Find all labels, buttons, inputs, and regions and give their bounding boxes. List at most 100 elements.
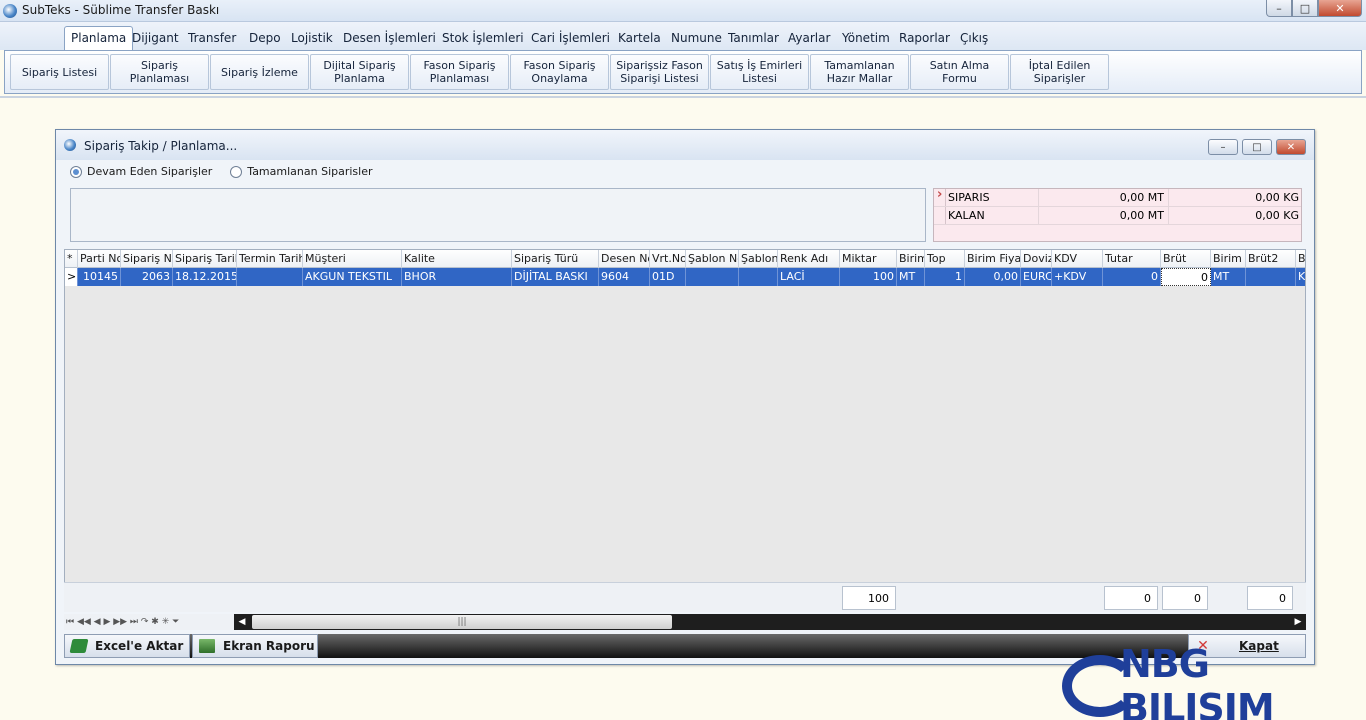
menu-depo[interactable]: Depo [243,27,287,50]
header-select-all[interactable]: * [65,250,78,268]
header-birim-3[interactable]: Bi [1296,250,1305,268]
menu-transfer[interactable]: Transfer [182,27,242,50]
header-termin-tarihi[interactable]: Termin Tarihi [237,250,303,268]
header-brut[interactable]: Brüt [1161,250,1211,268]
summary-value-mt: 0,00 MT [1038,189,1168,206]
fason-siparis-planlamasi-button[interactable]: Fason Sipariş Planlaması [410,54,509,90]
menu-raporlar[interactable]: Raporlar [893,27,956,50]
menu-yonetim[interactable]: Yönetim [836,27,896,50]
cell-birim[interactable]: MT [897,268,925,286]
grid-footer-totals: 100 0 0 0 [64,582,1306,612]
horizontal-scrollbar[interactable]: ◀ ||| ▶ [234,614,1306,630]
menu-planlama[interactable]: Planlama [64,26,134,50]
maximize-button[interactable]: □ [1292,0,1318,17]
header-birim-2[interactable]: Birim [1211,250,1246,268]
summary-row-siparis: SIPARIS 0,00 MT 0,00 KG [934,187,1301,207]
cell-brut2[interactable] [1246,268,1296,286]
menu-cikis[interactable]: Çıkış [954,27,994,50]
close-button[interactable]: ✕ [1318,0,1362,17]
header-siparis-no[interactable]: Sipariş No [121,250,173,268]
header-musteri[interactable]: Müşteri [303,250,402,268]
cell-kdv[interactable]: +KDV [1052,268,1103,286]
header-desen-no[interactable]: Desen No [599,250,650,268]
header-birim[interactable]: Birim [897,250,925,268]
child-close-button[interactable]: ✕ [1276,139,1306,155]
menu-cari-islemleri[interactable]: Cari İşlemleri [525,27,616,50]
cell-brut-editing[interactable]: 0 [1161,268,1211,286]
header-kdv[interactable]: KDV [1052,250,1103,268]
menu-tanimlar[interactable]: Tanımlar [722,27,785,50]
cell-siparis-tarihi[interactable]: 18.12.2015 [173,268,237,286]
cell-termin-tarihi[interactable] [237,268,303,286]
cell-siparis-turu[interactable]: DİJİTAL BASKI [512,268,599,286]
header-kalite[interactable]: Kalite [402,250,512,268]
menu-desen-islemleri[interactable]: Desen İşlemleri [337,27,442,50]
radio-completed-label: Tamamlanan Siparisler [247,165,373,178]
summary-label: SIPARIS [948,191,990,204]
menu-ayarlar[interactable]: Ayarlar [782,27,836,50]
radio-dot[interactable] [230,165,243,178]
child-maximize-button[interactable]: □ [1242,139,1272,155]
cell-birim-3[interactable]: KG [1296,268,1305,286]
cell-desen-no[interactable]: 9604 [599,268,650,286]
header-miktar[interactable]: Miktar [840,250,897,268]
cell-vrt-no[interactable]: 01D [650,268,686,286]
summary-value-kg: 0,00 KG [1168,207,1303,224]
header-sablon[interactable]: Şablon [739,250,778,268]
iptal-edilen-siparisler-button[interactable]: İptal Edilen Siparişler [1010,54,1109,90]
header-sablon-no[interactable]: Şablon No [686,250,739,268]
radio-completed-orders[interactable]: Tamamlanan Siparisler [230,165,373,178]
header-tutar[interactable]: Tutar [1103,250,1161,268]
cell-top[interactable]: 1 [925,268,965,286]
cell-birim-fiyati[interactable]: 0,00 [965,268,1021,286]
header-siparis-turu[interactable]: Sipariş Türü [512,250,599,268]
header-birim-fiyati[interactable]: Birim Fiyatı [965,250,1021,268]
header-renk-adi[interactable]: Renk Adı [778,250,840,268]
header-top[interactable]: Top [925,250,965,268]
siparis-planlamasi-button[interactable]: Sipariş Planlaması [110,54,209,90]
cell-birim-2[interactable]: MT [1211,268,1246,286]
header-brut2[interactable]: Brüt2 [1246,250,1296,268]
satis-is-emirleri-button[interactable]: Satış İş Emirleri Listesi [710,54,809,90]
menu-lojistik[interactable]: Lojistik [285,27,339,50]
scroll-left-arrow-icon[interactable]: ◀ [234,614,250,630]
cell-tutar[interactable]: 0 [1103,268,1161,286]
dijital-siparis-planlama-button[interactable]: Dijital Sipariş Planlama [310,54,409,90]
cell-renk-adi[interactable]: LACİ [778,268,840,286]
screen-report-button[interactable]: Ekran Raporu [192,634,318,658]
menu-stok-islemleri[interactable]: Stok İşlemleri [436,27,530,50]
menu-kartela[interactable]: Kartela [612,27,667,50]
cell-musteri[interactable]: AKGUN TEKSTIL [303,268,402,286]
siparissiz-fason-listesi-button[interactable]: Siparişsiz Fason Siparişi Listesi [610,54,709,90]
header-siparis-tarihi[interactable]: Sipariş Tarihi [173,250,237,268]
header-vrt-no[interactable]: Vrt.No [650,250,686,268]
fason-siparis-onaylama-button[interactable]: Fason Sipariş Onaylama [510,54,609,90]
cell-sablon[interactable] [739,268,778,286]
cell-miktar[interactable]: 100 [840,268,897,286]
radio-dot-selected[interactable] [70,165,82,178]
menu-numune[interactable]: Numune [665,27,728,50]
scrollbar-thumb[interactable]: ||| [252,615,672,629]
excel-export-button[interactable]: Excel'e Aktar [64,634,190,658]
child-minimize-button[interactable]: – [1208,139,1238,155]
cell-parti-no[interactable]: 10145 [78,268,121,286]
satin-alma-formu-button[interactable]: Satın Alma Formu [910,54,1009,90]
cell-sablon-no[interactable] [686,268,739,286]
menu-dijigant[interactable]: Dijigant [126,27,185,50]
siparis-listesi-button[interactable]: Sipariş Listesi [10,54,109,90]
cell-doviz[interactable]: EURC [1021,268,1052,286]
record-navigator-buttons[interactable]: ⏮ ◀◀ ◀ ▶ ▶▶ ⏭ ↷ ✱ ✳ ⏷ [64,614,234,630]
table-row[interactable]: > 10145 2063 18.12.2015 AKGUN TEKSTIL BH… [65,268,1305,286]
tamamlanan-hazir-mallar-button[interactable]: Tamamlanan Hazır Mallar [810,54,909,90]
cell-siparis-no[interactable]: 2063 [121,268,173,286]
row-indicator-cell[interactable]: > [65,268,78,286]
cell-kalite[interactable]: BHOR [402,268,512,286]
window-icon [64,139,76,151]
header-parti-no[interactable]: Parti No [78,250,121,268]
orders-grid[interactable]: * Parti No Sipariş No Sipariş Tarihi Ter… [64,249,1306,612]
siparis-izleme-button[interactable]: Sipariş İzleme [210,54,309,90]
scroll-right-arrow-icon[interactable]: ▶ [1290,614,1306,630]
minimize-button[interactable]: – [1266,0,1292,17]
radio-ongoing-orders[interactable]: Devam Eden Siparişler [70,165,212,178]
header-doviz[interactable]: Doviz [1021,250,1052,268]
